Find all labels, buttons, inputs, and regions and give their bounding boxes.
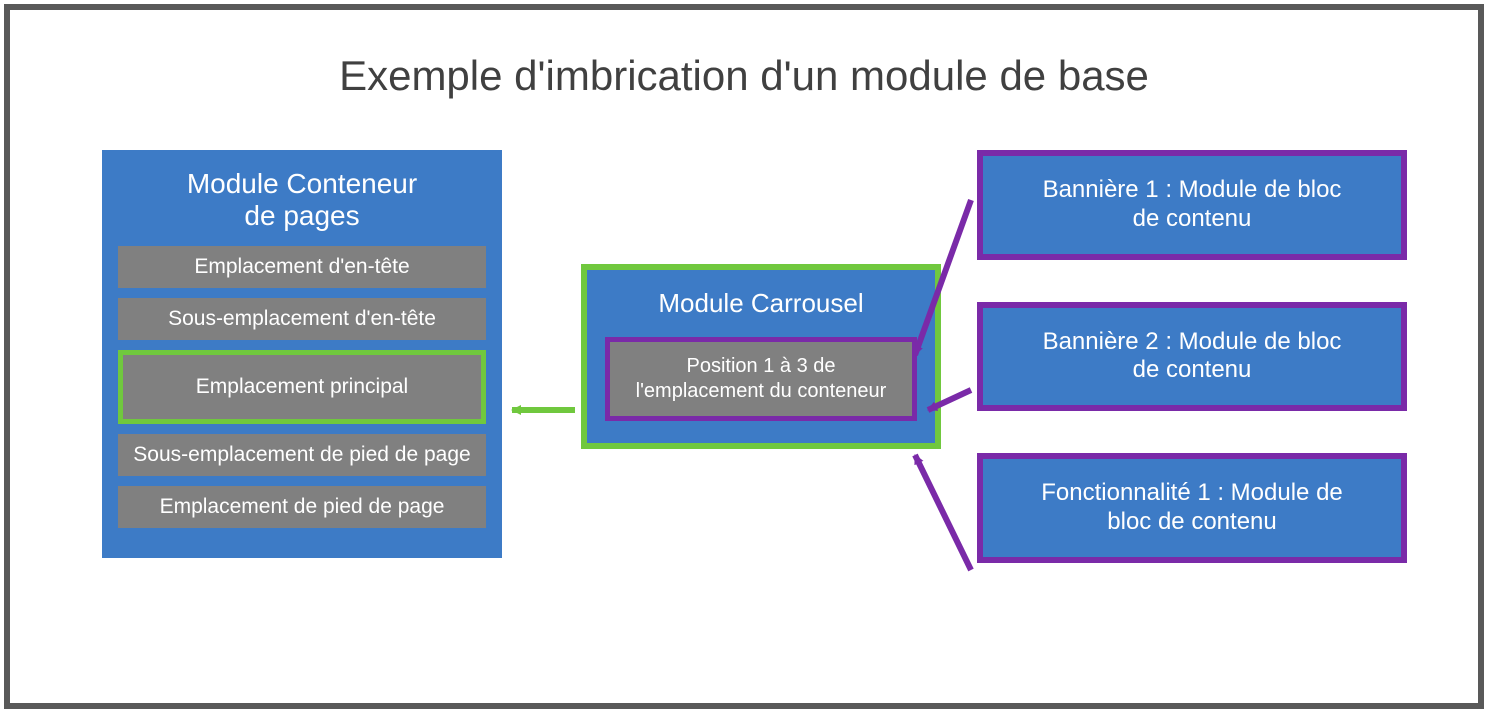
carousel-container-slot: Position 1 à 3 de l'emplacement du conte… <box>605 337 917 421</box>
banner-3-line1: Fonctionnalité 1 : Module de <box>1041 479 1343 506</box>
banner-1-line1: Bannière 1 : Module de bloc <box>1043 176 1342 203</box>
carousel-title: Module Carrousel <box>605 288 917 319</box>
carousel-slot-line2: l'emplacement du conteneur <box>636 380 887 402</box>
subheader-slot: Sous-emplacement d'en-tête <box>118 298 486 340</box>
diagram-title: Exemple d'imbrication d'un module de bas… <box>10 52 1478 100</box>
banner-1-line2: de contenu <box>1133 205 1252 232</box>
main-slot: Emplacement principal <box>118 350 486 424</box>
page-container-title: Module Conteneur de pages <box>118 168 486 232</box>
arrow-banner3-to-carousel <box>915 455 971 570</box>
banner-3: Fonctionnalité 1 : Module de bloc de con… <box>977 453 1407 563</box>
banner-1: Bannière 1 : Module de bloc de contenu <box>977 150 1407 260</box>
page-container-title-line1: Module Conteneur <box>187 168 417 199</box>
footer-slot: Emplacement de pied de page <box>118 486 486 528</box>
banner-2-line1: Bannière 2 : Module de bloc <box>1043 328 1342 355</box>
carousel-module: Module Carrousel Position 1 à 3 de l'emp… <box>581 264 941 449</box>
banner-2: Bannière 2 : Module de bloc de contenu <box>977 302 1407 412</box>
page-container-module: Module Conteneur de pages Emplacement d'… <box>102 150 502 558</box>
carousel-slot-line1: Position 1 à 3 de <box>687 355 836 377</box>
header-slot: Emplacement d'en-tête <box>118 246 486 288</box>
banner-2-line2: de contenu <box>1133 356 1252 383</box>
page-container-title-line2: de pages <box>244 200 359 231</box>
subfooter-slot: Sous-emplacement de pied de page <box>118 434 486 476</box>
content-blocks-column: Bannière 1 : Module de bloc de contenu B… <box>977 150 1407 605</box>
diagram-frame: Exemple d'imbrication d'un module de bas… <box>4 4 1484 709</box>
banner-3-line2: bloc de contenu <box>1107 508 1276 535</box>
